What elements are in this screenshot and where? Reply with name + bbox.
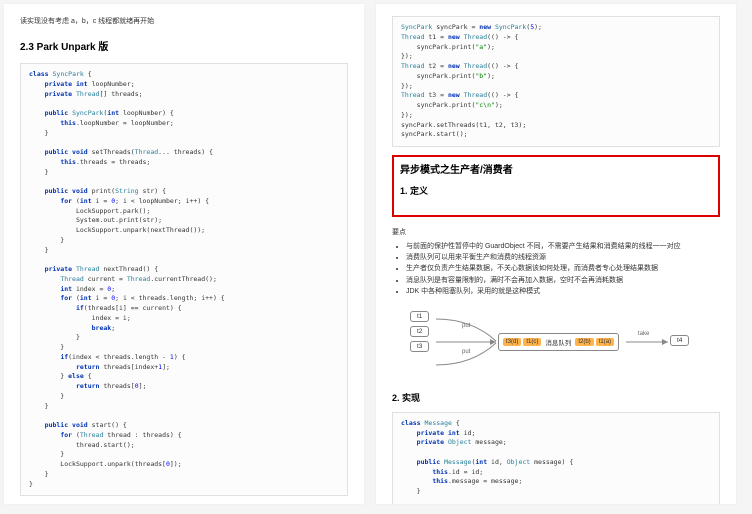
- queue-slot: t3(d): [503, 338, 521, 346]
- highlighted-section: 异步模式之生产者/消费者 1. 定义: [392, 155, 720, 217]
- put-label: put: [462, 349, 470, 355]
- code-block-usage: SyncPark syncPark = new SyncPark(5); Thr…: [392, 16, 720, 147]
- intro-text: 读实现没有考虑 a，b，c 线程都就绪再开始: [20, 16, 348, 26]
- async-pattern-heading: 异步模式之生产者/消费者: [400, 161, 712, 176]
- list-item: 与前面的保护性暂停中的 GuardObject 不同，不需要产生结果和消费结果的…: [406, 241, 720, 252]
- page-left: 读实现没有考虑 a，b，c 线程都就绪再开始 2.3 Park Unpark 版…: [4, 4, 364, 504]
- message-queue: t3(d) t1(c) 消息队列 t2(b) t1(a): [498, 333, 619, 351]
- producer-node: t1: [410, 311, 429, 322]
- code-block-message: class Message { private int id; private …: [392, 412, 720, 504]
- queue-slot: t1(c): [523, 338, 541, 346]
- take-label: take: [638, 331, 649, 337]
- section-heading-park-unpark: 2.3 Park Unpark 版: [20, 38, 348, 53]
- producer-consumer-diagram: t1 t2 t3 put put t3(d) t1(c) 消息队列 t2(b) …: [392, 307, 720, 377]
- producer-nodes: t1 t2 t3: [410, 311, 429, 352]
- implementation-heading: 2. 实现: [392, 391, 720, 404]
- put-label: put: [462, 323, 470, 329]
- list-item: 生产者仅负责产生结果数据，不关心数据该如何处理，而消费者专心处理结果数据: [406, 263, 720, 274]
- code-block-syncpark: class SyncPark { private int loopNumber;…: [20, 63, 348, 496]
- page-right: SyncPark syncPark = new SyncPark(5); Thr…: [376, 4, 736, 504]
- key-points-label: 要点: [392, 227, 720, 237]
- list-item: 消息队列是有容量限制的，满时不会再加入数据，空时不会再消耗数据: [406, 275, 720, 286]
- queue-label: 消息队列: [543, 337, 573, 347]
- queue-slot: t2(b): [575, 338, 593, 346]
- queue-slot: t1(a): [596, 338, 614, 346]
- list-item: JDK 中各种阻塞队列，采用的就是这种模式: [406, 286, 720, 297]
- consumer-node: t4: [670, 335, 689, 346]
- producer-node: t3: [410, 341, 429, 352]
- key-points-list: 与前面的保护性暂停中的 GuardObject 不同，不需要产生结果和消费结果的…: [392, 241, 720, 297]
- definition-heading: 1. 定义: [400, 184, 712, 197]
- producer-node: t2: [410, 326, 429, 337]
- list-item: 消费队列可以用来平衡生产和消费的线程资源: [406, 252, 720, 263]
